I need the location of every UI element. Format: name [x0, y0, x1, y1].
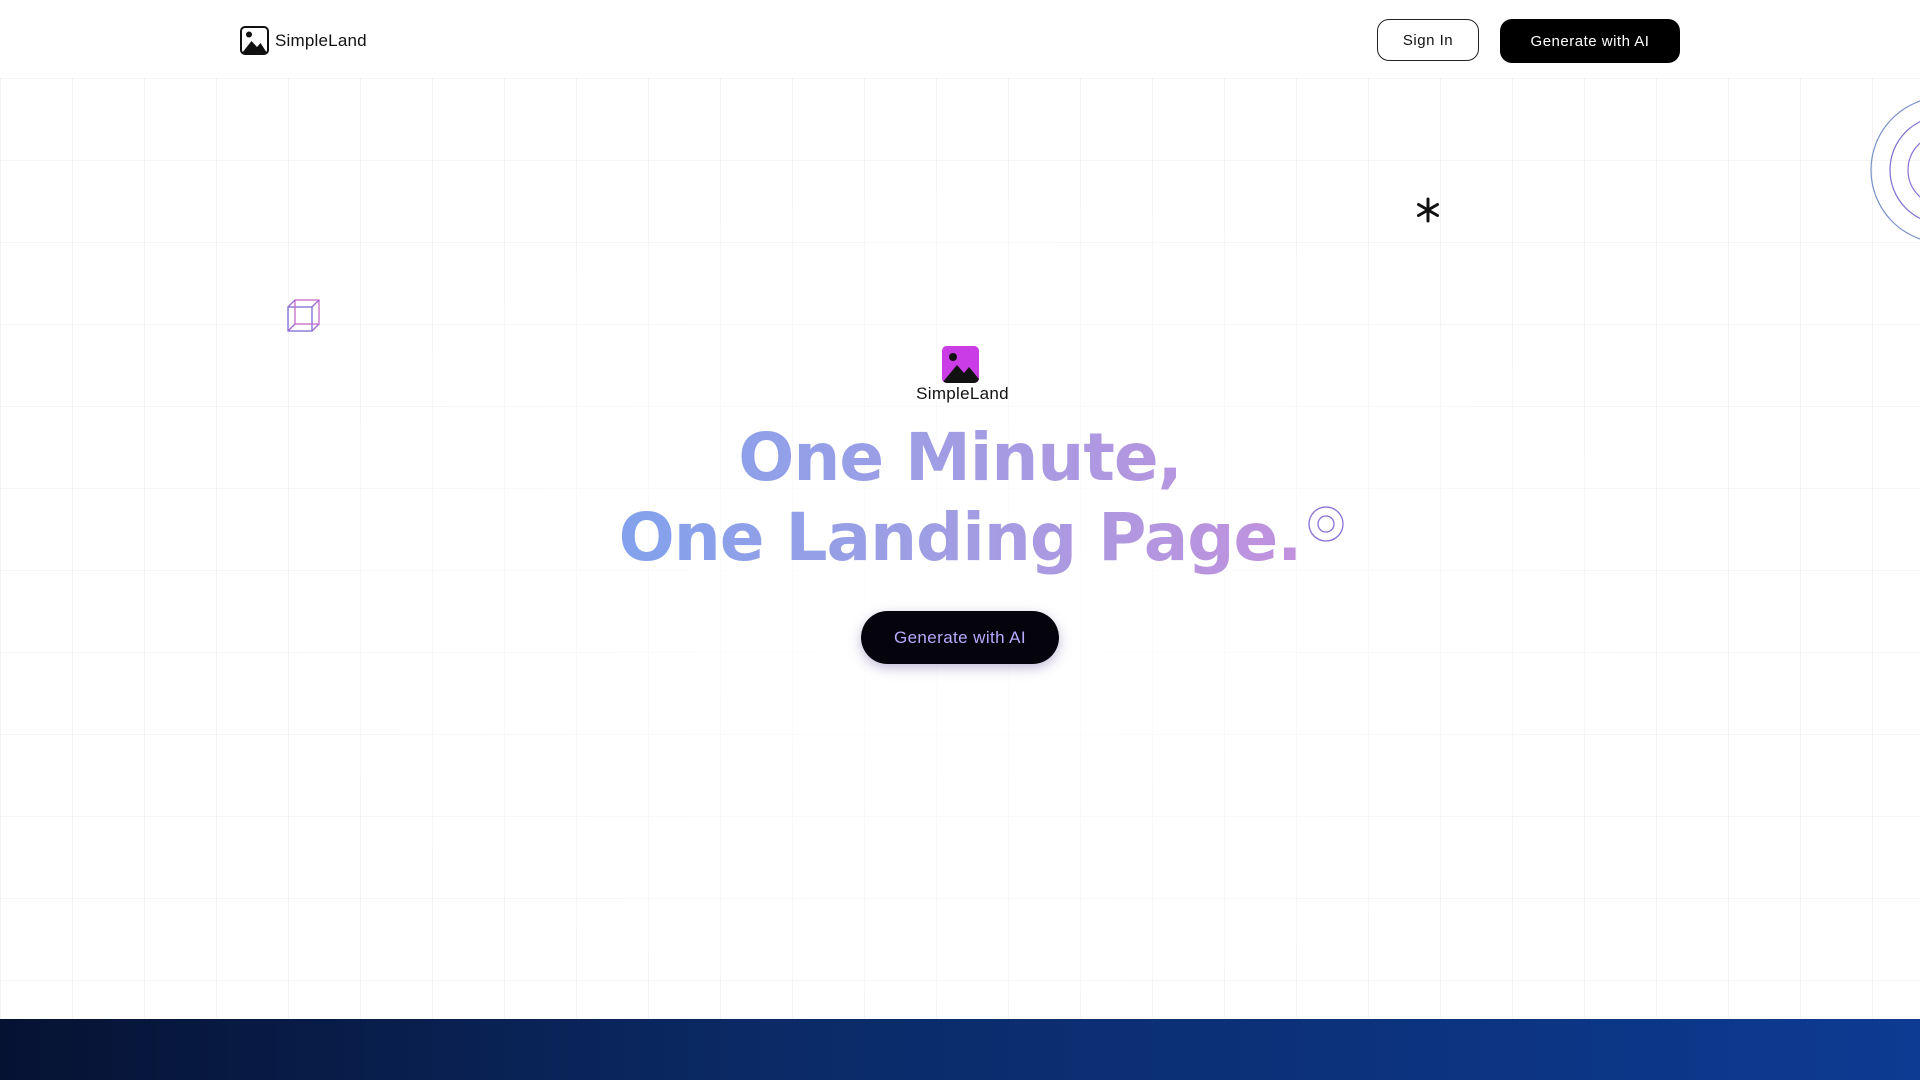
- cube-icon: [287, 299, 320, 332]
- hero-headline: One Minute, One Landing Page.: [560, 418, 1360, 578]
- headline-line-1: One Minute,: [738, 419, 1182, 496]
- landing-page: SimpleLand Sign In Generate with AI Simp…: [0, 0, 1920, 1080]
- image-icon: [942, 346, 979, 383]
- headline-line-2: One Landing Page.: [618, 499, 1302, 576]
- hero-logo: [942, 346, 979, 383]
- next-section-band: [0, 1019, 1920, 1080]
- hero-brand-name: SimpleLand: [916, 384, 1009, 403]
- sign-in-button[interactable]: Sign In: [1377, 19, 1479, 61]
- generate-with-ai-nav-button[interactable]: Generate with AI: [1500, 19, 1680, 63]
- generate-with-ai-hero-button[interactable]: Generate with AI: [861, 611, 1059, 664]
- image-icon: [240, 26, 269, 55]
- brand-link[interactable]: SimpleLand: [240, 26, 367, 55]
- top-nav: SimpleLand Sign In Generate with AI: [0, 0, 1920, 78]
- concentric-circles-decoration: [1870, 100, 1920, 240]
- brand-name: SimpleLand: [275, 30, 367, 50]
- asterisk-icon: [1417, 197, 1439, 223]
